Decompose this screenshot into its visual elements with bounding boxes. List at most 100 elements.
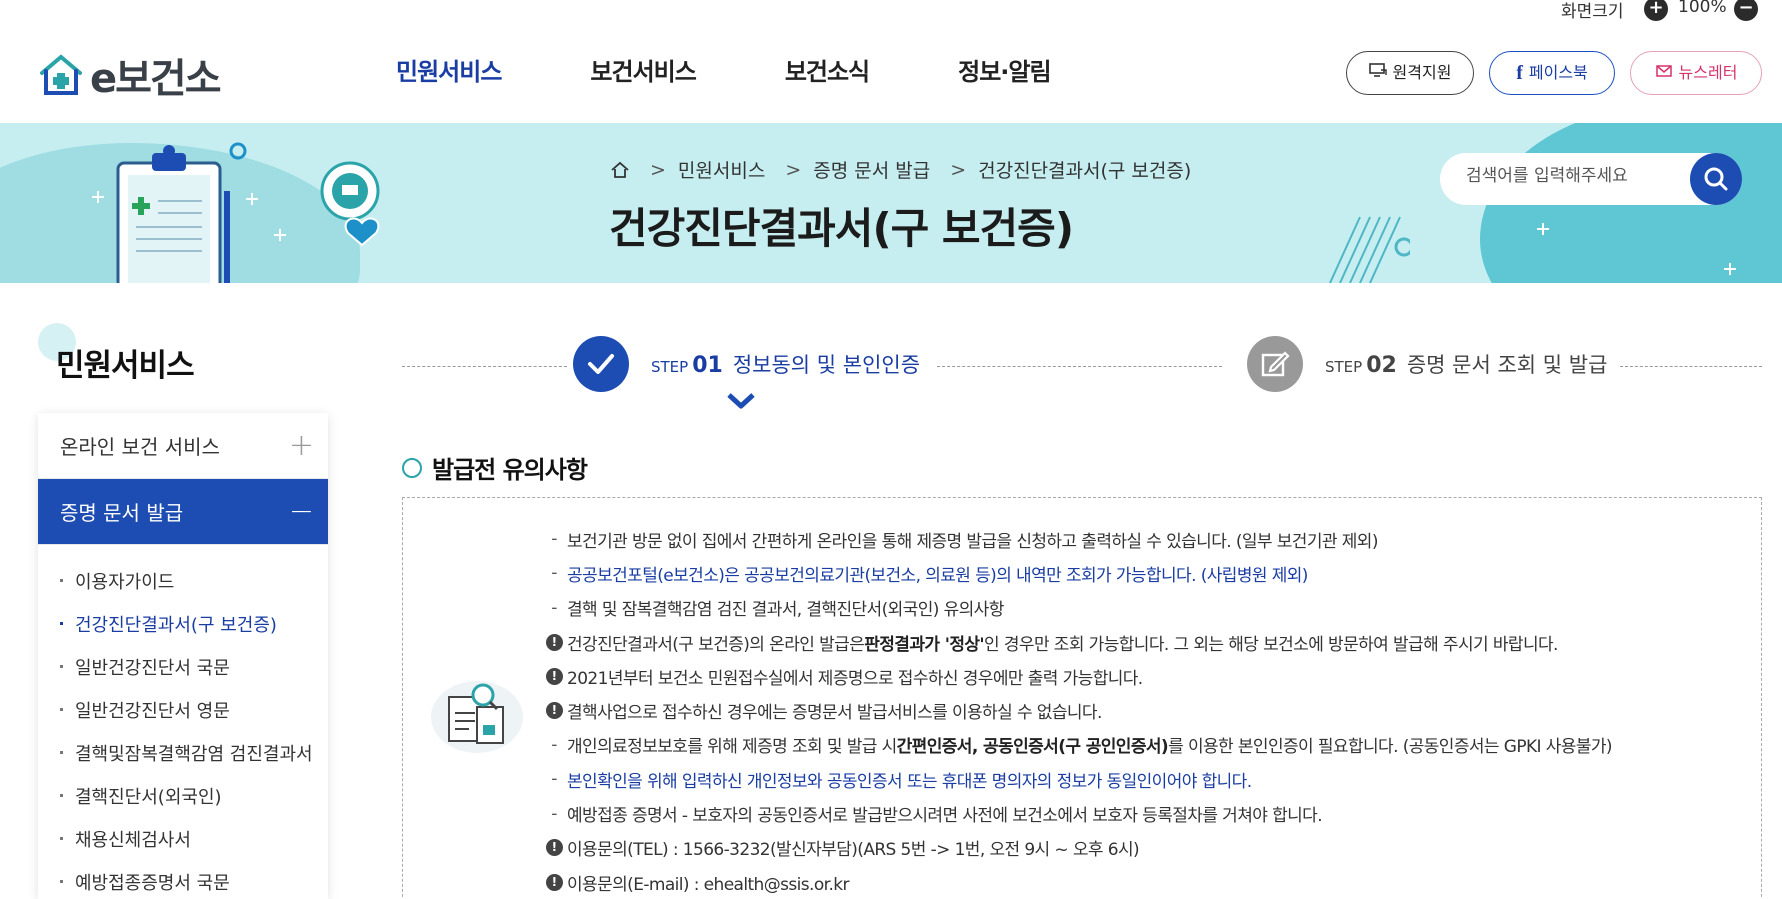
- bullet-icon: [60, 622, 63, 625]
- bullet-icon: [60, 751, 63, 754]
- edit-icon: [1247, 336, 1303, 392]
- step-label: STEP 01 정보동의 및 본인인증: [651, 349, 920, 379]
- notice-item: - 결핵 및 잠복결핵감염 검진 결과서, 결핵진단서(외국인) 유의사항: [543, 591, 1743, 625]
- sidebar-item-user-guide[interactable]: 이용자가이드: [38, 559, 328, 602]
- notice-item: ! 건강진단결과서(구 보건증)의 온라인 발급은 판정결과가 '정상' 인 경우만…: [543, 625, 1743, 659]
- notice-text: 공공보건포털(e보건소)은 공공보건의료기관(보건소, 의료원 등)의 내역만 …: [567, 565, 1308, 586]
- notice-item: ! 결핵사업으로 접수하신 경우에는 증명문서 발급서비스를 이용하실 수 없습니…: [543, 693, 1743, 727]
- notice-item: - 본인확인을 위해 입력하신 개인정보와 공동인증서 또는 휴대폰 명의자의 정…: [543, 762, 1743, 796]
- section-title-text: 발급전 유의사항: [432, 456, 588, 484]
- plus-icon: +: [288, 428, 314, 463]
- step-divider: [1620, 366, 1762, 367]
- banner-sparkle-icon: [1537, 223, 1549, 235]
- exclamation-icon: !: [543, 873, 565, 891]
- facebook-button[interactable]: f 페이스북: [1489, 51, 1615, 95]
- sidebar-group-cert-issue[interactable]: 증명 문서 발급 −: [38, 479, 328, 545]
- notice-list: - 보건기관 방문 없이 집에서 간편하게 온라인을 통해 제증명 발급을 신청하…: [543, 522, 1743, 899]
- notice-item: ! 2021년부터 보건소 민원접수실에서 제증명으로 접수하신 경우에만 출력 …: [543, 659, 1743, 693]
- nav-civil-service[interactable]: 민원서비스: [396, 52, 502, 87]
- dash-icon: -: [551, 734, 557, 755]
- utility-bar: 화면크기 + 100% −: [0, 0, 1782, 22]
- zoom-value: 100%: [1678, 0, 1727, 17]
- facebook-label: 페이스북: [1528, 63, 1588, 82]
- notice-text: 를 이용한 본인인증이 필요합니다. (공동인증서는 GPKI 사용불가): [1168, 737, 1612, 758]
- step-2: STEP 02 증명 문서 조회 및 발급: [1247, 336, 1607, 392]
- notice-text: 결핵사업으로 접수하신 경우에는 증명문서 발급서비스를 이용하실 수 없습니다…: [567, 703, 1102, 724]
- bullet-icon: [60, 794, 63, 797]
- check-icon: [573, 336, 629, 392]
- nav-health-service[interactable]: 보건서비스: [590, 52, 696, 87]
- banner-sparkle-icon: [1724, 263, 1736, 275]
- sidebar-item-employment-exam[interactable]: 채용신체검사서: [38, 817, 328, 860]
- newsletter-label: 뉴스레터: [1678, 63, 1738, 82]
- sidebar-group-online-health[interactable]: 온라인 보건 서비스 +: [38, 413, 328, 479]
- sidebar-item-vaccination-kr[interactable]: 예방접종증명서 국문: [38, 860, 328, 899]
- monitor-icon: [1368, 52, 1387, 94]
- step-word: STEP: [651, 358, 689, 376]
- bullet-icon: [60, 665, 63, 668]
- notice-item: - 예방접종 증명서 - 보호자의 공동인증서로 발급받으시려면 사전에 보건소에…: [543, 796, 1743, 830]
- nav-info-notice[interactable]: 정보·알림: [958, 52, 1051, 87]
- exclamation-icon: !: [543, 839, 565, 857]
- remote-support-button[interactable]: 원격지원: [1346, 51, 1474, 95]
- breadcrumb-separator-icon: >: [950, 158, 967, 181]
- logo-house-icon: [40, 54, 82, 95]
- sidebar-group-label: 온라인 보건 서비스: [60, 435, 220, 459]
- sidebar-item-general-cert-en[interactable]: 일반건강진단서 영문: [38, 688, 328, 731]
- sidebar-item-label: 결핵진단서(외국인): [75, 786, 222, 808]
- exclamation-icon: !: [543, 702, 565, 720]
- home-icon[interactable]: [610, 161, 630, 179]
- breadcrumb: > 민원서비스 > 증명 문서 발급 > 건강진단결과서(구 보건증): [610, 156, 1191, 183]
- sidebar-item-general-cert-kr[interactable]: 일반건강진단서 국문: [38, 645, 328, 688]
- main-nav: 민원서비스 보건서비스 보건소식 정보·알림: [396, 52, 1140, 87]
- step-word: STEP: [1325, 358, 1363, 376]
- dash-icon: -: [551, 529, 557, 550]
- sidebar-item-tb-result[interactable]: 결핵및잠복결핵감염 검진결과서: [38, 731, 328, 774]
- notice-text: 보건기관 방문 없이 집에서 간편하게 온라인을 통해 제증명 발급을 신청하고…: [567, 531, 1378, 552]
- search-button[interactable]: [1690, 153, 1742, 205]
- document-search-icon: [431, 681, 523, 753]
- sidebar-item-label: 예방접종증명서 국문: [75, 872, 230, 894]
- sidebar-title: 민원서비스: [56, 348, 195, 384]
- breadcrumb-item-cert-issue[interactable]: 증명 문서 발급: [813, 156, 930, 183]
- notice-box: - 보건기관 방문 없이 집에서 간편하게 온라인을 통해 제증명 발급을 신청하…: [402, 497, 1762, 899]
- notice-text: 결핵 및 잠복결핵감염 검진 결과서, 결핵진단서(외국인) 유의사항: [567, 600, 1004, 621]
- sidebar-item-label: 일반건강진단서 영문: [75, 700, 230, 722]
- sidebar-item-health-cert[interactable]: 건강진단결과서(구 보건증): [38, 602, 328, 645]
- breadcrumb-separator-icon: >: [785, 158, 802, 181]
- bullet-icon: [60, 880, 63, 883]
- banner-decoration-lines-icon: [1329, 216, 1410, 283]
- dash-icon: -: [551, 769, 557, 790]
- step-indicator: STEP 01 정보동의 및 본인인증 STEP 02 증명 문서 조회 및 발…: [402, 336, 1762, 416]
- step-label: STEP 02 증명 문서 조회 및 발급: [1325, 349, 1607, 379]
- sidebar-item-tb-foreigner[interactable]: 결핵진단서(외국인): [38, 774, 328, 817]
- breadcrumb-item-civil-service[interactable]: 민원서비스: [678, 156, 765, 183]
- notice-text: 건강진단결과서(구 보건증)의 온라인 발급은: [567, 634, 865, 655]
- notice-text: 2021년부터 보건소 민원접수실에서 제증명으로 접수하신 경우에만 출력 가…: [567, 668, 1143, 689]
- sidebar-item-label: 채용신체검사서: [75, 829, 191, 851]
- logo-text: e보건소: [90, 56, 222, 102]
- sidebar-menu: 온라인 보건 서비스 + 증명 문서 발급 − 이용자가이드 건강진단결과서(구…: [38, 413, 328, 899]
- step-title: 증명 문서 조회 및 발급: [1406, 353, 1608, 377]
- pen-icon: [402, 457, 422, 478]
- notice-text: 이용문의(TEL) : 1566-3232(발신자부담)(ARS 5번 -> 1…: [567, 840, 1140, 861]
- notice-item: ! 이용문의(E-mail) : ehealth@ssis.or.kr: [543, 865, 1743, 899]
- notice-item: - 공공보건포털(e보건소)은 공공보건의료기관(보건소, 의료원 등)의 내역만…: [543, 556, 1743, 590]
- sidebar-item-label: 일반건강진단서 국문: [75, 657, 230, 679]
- sidebar-item-label: 건강진단결과서(구 보건증): [75, 614, 277, 636]
- facebook-icon: f: [1516, 62, 1523, 84]
- nav-health-news[interactable]: 보건소식: [785, 52, 870, 87]
- breadcrumb-separator-icon: >: [650, 158, 666, 181]
- sidebar-group-label: 증명 문서 발급: [60, 501, 184, 525]
- search-input[interactable]: [1466, 166, 1686, 186]
- remote-support-label: 원격지원: [1392, 63, 1452, 82]
- notice-item: ! 이용문의(TEL) : 1566-3232(발신자부담)(ARS 5번 -> …: [543, 831, 1743, 865]
- sidebar-item-label: 결핵및잠복결핵감염 검진결과서: [75, 743, 313, 765]
- site-logo[interactable]: e보건소: [38, 46, 222, 104]
- breadcrumb-item-current[interactable]: 건강진단결과서(구 보건증): [978, 156, 1191, 183]
- bullet-icon: [60, 708, 63, 711]
- newsletter-button[interactable]: 뉴스레터: [1630, 51, 1762, 95]
- notice-emphasis: 판정결과가 '정상': [864, 634, 985, 655]
- notice-text: 인 경우만 조회 가능합니다. 그 외는 해당 보건소에 방문하여 발급해 주시…: [984, 634, 1558, 655]
- notice-text: 이용문의(E-mail) : ehealth@ssis.or.kr: [567, 874, 850, 895]
